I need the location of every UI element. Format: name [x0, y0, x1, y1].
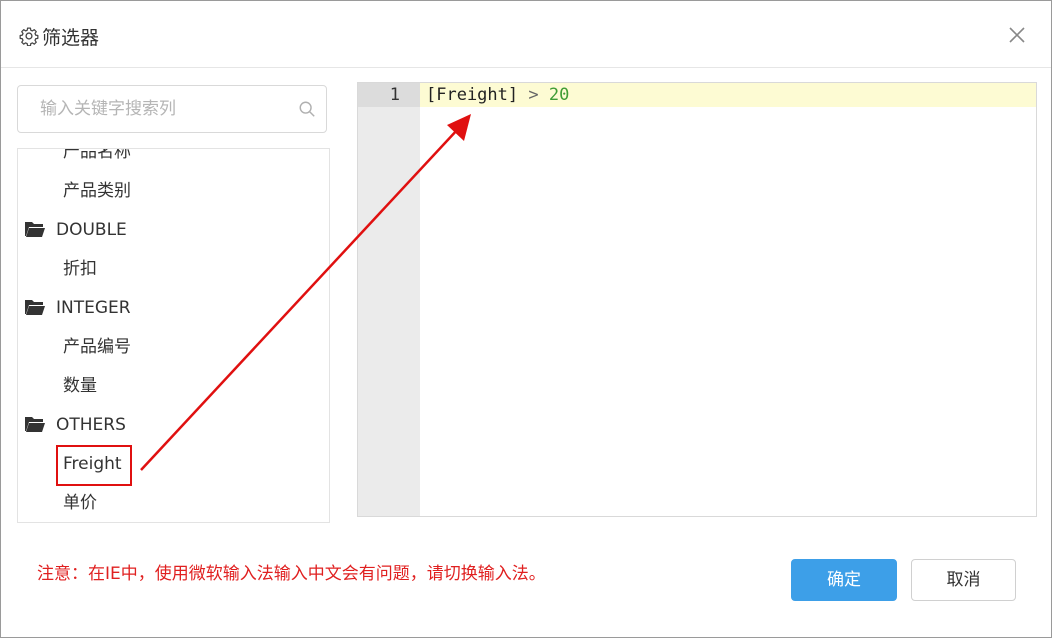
- tree-folder-label: OTHERS: [56, 415, 126, 435]
- editor-gutter: [358, 83, 420, 516]
- tree-item-label: 数量: [63, 376, 97, 396]
- annotation-highlight-box: [56, 445, 132, 486]
- tree-item-discount[interactable]: 折扣: [63, 254, 97, 284]
- tree-item-label: 产品名称: [63, 148, 131, 162]
- filter-dialog: 筛选器 产品名称 产品类别 DOUBLE 折扣: [0, 0, 1052, 638]
- tree-folder-others[interactable]: OTHERS: [24, 410, 126, 440]
- tree-item-label: 产品编号: [63, 337, 131, 357]
- search-input[interactable]: [26, 92, 302, 126]
- tree-folder-double[interactable]: DOUBLE: [24, 215, 127, 245]
- column-tree: 产品名称 产品类别 DOUBLE 折扣 INTEGER 产品编号 数量 OTHE…: [17, 148, 330, 523]
- ime-notice: 注意：在IE中，使用微软输入法输入中文会有问题，请切换输入法。: [37, 564, 546, 584]
- folder-open-icon: [25, 417, 45, 432]
- tree-item-label: 产品类别: [63, 181, 131, 201]
- tree-item-label: 折扣: [63, 259, 97, 279]
- code-token-number: 20: [548, 85, 570, 105]
- tree-folder-label: DOUBLE: [56, 220, 127, 240]
- line-number: 1: [389, 85, 400, 105]
- folder-open-icon: [25, 222, 45, 237]
- tree-item-product-id[interactable]: 产品编号: [63, 332, 131, 362]
- code-token-field: [Freight]: [426, 85, 519, 105]
- dialog-header: 筛选器: [1, 1, 1051, 68]
- tree-item-product-category[interactable]: 产品类别: [63, 176, 131, 206]
- tree-folder-label: INTEGER: [56, 298, 131, 318]
- code-line[interactable]: [Freight] > 20: [426, 83, 569, 107]
- code-token-operator: >: [528, 85, 539, 105]
- close-icon[interactable]: [1005, 23, 1029, 47]
- cancel-button[interactable]: 取消: [911, 559, 1016, 601]
- tree-item-product-name[interactable]: 产品名称: [63, 148, 131, 167]
- tree-folder-integer[interactable]: INTEGER: [24, 293, 131, 323]
- folder-open-icon: [25, 300, 45, 315]
- search-box: [17, 85, 327, 133]
- tree-item-label: 单价: [63, 493, 97, 513]
- confirm-button[interactable]: 确定: [791, 559, 897, 601]
- dialog-title: 筛选器: [42, 27, 100, 49]
- tree-item-unit-price[interactable]: 单价: [63, 488, 97, 518]
- tree-item-quantity[interactable]: 数量: [63, 371, 97, 401]
- expression-editor[interactable]: 1 [Freight] > 20: [357, 82, 1037, 517]
- gear-icon: [19, 27, 39, 46]
- search-icon[interactable]: [298, 100, 316, 118]
